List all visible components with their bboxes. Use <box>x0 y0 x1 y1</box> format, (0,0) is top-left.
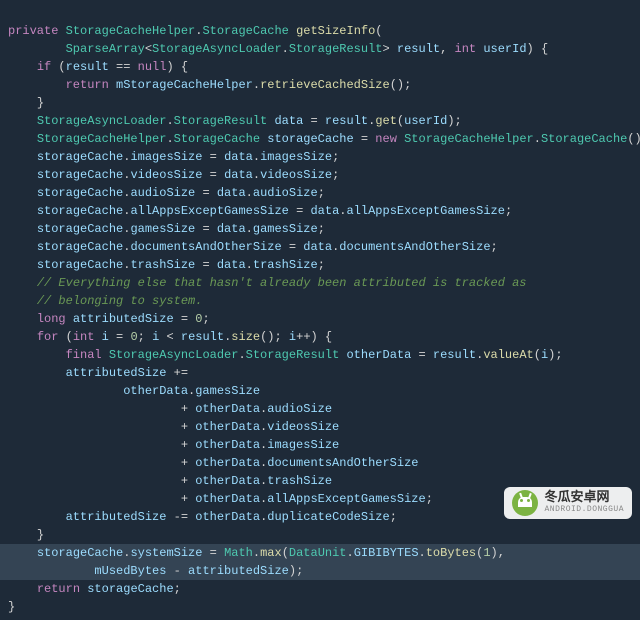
code-line: + otherData.audioSize <box>8 402 332 416</box>
code-line: otherData.gamesSize <box>8 384 260 398</box>
highlighted-code-line: storageCache.systemSize = Math.max(DataU… <box>0 544 640 562</box>
code-line: StorageAsyncLoader.StorageResult data = … <box>8 114 462 128</box>
code-line: + otherData.trashSize <box>8 474 332 488</box>
highlighted-code-line: mUsedBytes - attributedSize); <box>0 562 640 580</box>
code-line: storageCache.audioSize = data.audioSize; <box>8 186 325 200</box>
code-line: StorageCacheHelper.StorageCache storageC… <box>8 132 640 146</box>
code-line: storageCache.gamesSize = data.gamesSize; <box>8 222 325 236</box>
code-line: for (int i = 0; i < result.size(); i++) … <box>8 330 332 344</box>
code-line: if (result == null) { <box>8 60 188 74</box>
code-line: return storageCache; <box>8 582 181 596</box>
code-line: storageCache.documentsAndOtherSize = dat… <box>8 240 498 254</box>
code-line: } <box>8 600 15 614</box>
code-line: } <box>8 96 44 110</box>
code-line: + otherData.videosSize <box>8 420 339 434</box>
android-icon <box>512 490 538 516</box>
watermark-badge: 冬瓜安卓网 ANDROID.DONGGUA <box>504 487 632 519</box>
code-line: storageCache.trashSize = data.trashSize; <box>8 258 325 272</box>
code-line: long attributedSize = 0; <box>8 312 210 326</box>
code-line: final StorageAsyncLoader.StorageResult o… <box>8 348 563 362</box>
code-line: storageCache.imagesSize = data.imagesSiz… <box>8 150 339 164</box>
code-line: + otherData.imagesSize <box>8 438 339 452</box>
code-line: // belonging to system. <box>8 294 202 308</box>
code-line: storageCache.allAppsExceptGamesSize = da… <box>8 204 512 218</box>
code-line: attributedSize += <box>8 366 188 380</box>
code-line: SparseArray<StorageAsyncLoader.StorageRe… <box>8 42 548 56</box>
watermark-text: 冬瓜安卓网 ANDROID.DONGGUA <box>544 490 624 516</box>
code-line: storageCache.videosSize = data.videosSiz… <box>8 168 339 182</box>
code-block: private StorageCacheHelper.StorageCache … <box>0 0 640 620</box>
code-line: + otherData.allAppsExceptGamesSize; <box>8 492 433 506</box>
code-line: attributedSize -= otherData.duplicateCod… <box>8 510 397 524</box>
code-line: + otherData.documentsAndOtherSize <box>8 456 418 470</box>
code-line: } <box>8 528 44 542</box>
code-line: // Everything else that hasn't already b… <box>8 276 527 290</box>
code-line: return mStorageCacheHelper.retrieveCache… <box>8 78 411 92</box>
code-line: private StorageCacheHelper.StorageCache … <box>8 24 383 38</box>
